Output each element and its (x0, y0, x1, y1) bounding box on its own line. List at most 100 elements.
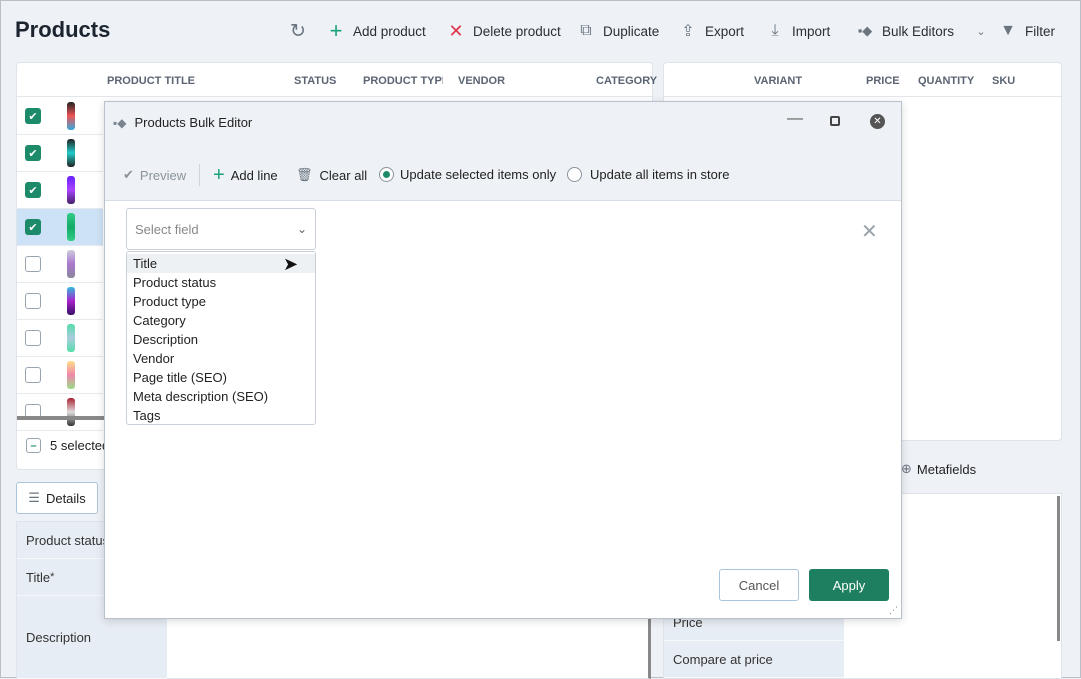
table-row[interactable] (17, 283, 103, 320)
product-thumbnail (67, 287, 75, 315)
metafields-tab[interactable]: ⊕ Metafields (901, 461, 976, 477)
field-option[interactable]: Category (127, 311, 315, 330)
scope-all-radio[interactable]: Update all items in store (567, 167, 729, 182)
title-label: Title (26, 569, 51, 585)
col-vendor[interactable]: VENDOR (458, 75, 505, 87)
details-tab[interactable]: ☰ Details (16, 482, 98, 514)
product-thumbnail (67, 324, 75, 352)
field-option[interactable]: Product status (127, 273, 315, 292)
meta-label-compare: Compare at price (664, 641, 844, 678)
import-icon: ⤓ (771, 22, 779, 39)
col-product-title[interactable]: PRODUCT TITLE (107, 75, 195, 87)
horizontal-scrollbar[interactable] (17, 416, 105, 420)
header-divider (17, 96, 652, 97)
field-option[interactable]: Tags (127, 406, 315, 425)
col-status[interactable]: STATUS (294, 75, 336, 87)
select-field-dropdown[interactable]: Select field ⌄ (126, 208, 316, 250)
row-checkbox[interactable]: ✔ (25, 108, 41, 124)
refresh-button[interactable]: ↻ (289, 19, 307, 43)
product-thumbnail (67, 398, 75, 426)
bulk-editor-dialog: ▪◆ Products Bulk Editor — ✕ ✔ Preview + Ad… (104, 101, 902, 619)
bulk-editors-label: Bulk Editors (882, 23, 955, 39)
metafields-label: Metafields (916, 461, 977, 477)
export-label: Export (705, 23, 745, 39)
export-button[interactable]: ⇪ Export (679, 19, 744, 43)
refresh-icon: ↻ (290, 20, 306, 42)
close-dialog-button[interactable]: ✕ (870, 114, 885, 129)
bulk-editors-button[interactable]: ▪◆ Bulk Editors ⌄ (856, 19, 990, 43)
radio-checked[interactable] (379, 167, 394, 182)
duplicate-button[interactable]: ⧉ Duplicate (577, 19, 659, 43)
scope-selected-radio[interactable]: Update selected items only (379, 167, 556, 182)
clear-all-button[interactable]: 🗑 Clear all (296, 167, 367, 183)
field-option[interactable]: Meta description (SEO) (127, 387, 315, 406)
row-checkbox[interactable] (25, 256, 41, 272)
filter-button[interactable]: ▼ Filter (999, 19, 1055, 43)
required-mark: * (50, 571, 55, 583)
field-option[interactable]: Product type (127, 292, 315, 311)
col-quantity[interactable]: QUANTITY (918, 75, 974, 87)
remove-line-button[interactable]: ✕ (861, 219, 878, 244)
field-option[interactable]: Page title (SEO) (127, 368, 315, 387)
add-product-label: Add product (353, 23, 426, 39)
toolbar-divider (199, 164, 200, 186)
col-price[interactable]: PRICE (866, 75, 900, 87)
add-line-button[interactable]: + Add line (213, 164, 278, 187)
col-category[interactable]: CATEGORY (596, 75, 657, 87)
cancel-button[interactable]: Cancel (719, 569, 799, 601)
header-divider (664, 96, 1061, 97)
product-thumbnail (67, 139, 75, 167)
row-checkbox[interactable]: ✔ (25, 219, 41, 235)
plus-circle-icon: ⊕ (901, 461, 912, 476)
row-checkbox[interactable]: ✔ (25, 145, 41, 161)
dialog-title: Products Bulk Editor (134, 115, 253, 130)
table-row[interactable] (17, 394, 103, 431)
col-sku[interactable]: SKU (992, 75, 1015, 87)
duplicate-icon: ⧉ (580, 22, 592, 39)
field-option[interactable]: Vendor (127, 349, 315, 368)
col-variant[interactable]: VARIANT (754, 75, 802, 87)
preview-label: Preview (139, 167, 187, 183)
add-product-button[interactable]: + Add product (327, 18, 426, 43)
product-thumbnail (67, 250, 75, 278)
resize-grip-icon[interactable]: ⋰ (889, 605, 898, 616)
table-row[interactable] (17, 246, 103, 283)
export-icon: ⇪ (681, 23, 695, 40)
table-row[interactable] (17, 320, 103, 357)
row-checkbox[interactable] (25, 330, 41, 346)
table-row[interactable]: ✔ (17, 98, 103, 135)
chevron-down-icon: ⌄ (296, 222, 307, 236)
filter-label: Filter (1025, 23, 1055, 39)
preview-button[interactable]: ✔ Preview (123, 167, 186, 183)
radio-unchecked[interactable] (567, 167, 582, 182)
row-checkbox[interactable] (25, 367, 41, 383)
table-row[interactable]: ✔ (17, 172, 103, 209)
row-checkbox[interactable]: ✔ (25, 182, 41, 198)
trash-icon: 🗑 (296, 167, 313, 182)
delete-product-button[interactable]: ✕ Delete product (447, 19, 560, 43)
apply-button[interactable]: Apply (809, 569, 889, 601)
chevron-down-icon[interactable]: ⌄ (972, 22, 990, 40)
minimize-button[interactable]: — (787, 110, 803, 128)
vertical-scrollbar[interactable] (1057, 496, 1060, 641)
close-icon: ✕ (448, 20, 464, 41)
import-button[interactable]: ⤓ Import (766, 19, 830, 43)
plus-icon: + (329, 18, 343, 43)
field-option[interactable]: Description (127, 330, 315, 349)
deselect-checkbox[interactable]: – (26, 438, 41, 453)
selection-summary: – 5 selected (26, 438, 109, 453)
table-row[interactable] (17, 357, 103, 394)
page-title: Products (15, 17, 111, 42)
row-checkbox[interactable] (25, 293, 41, 309)
clear-all-label: Clear all (319, 167, 368, 183)
maximize-button[interactable] (830, 116, 840, 126)
table-row[interactable]: ✔ (17, 209, 103, 246)
product-thumbnail (67, 361, 75, 389)
details-label: Details (45, 490, 86, 506)
table-row[interactable]: ✔ (17, 135, 103, 172)
filter-icon: ▼ (1000, 22, 1016, 39)
mouse-cursor-icon: ➤ (283, 254, 299, 274)
col-product-type[interactable]: PRODUCT TYPE (363, 75, 443, 87)
field-options-list: Title Product status Product type Category D… (126, 251, 316, 425)
import-label: Import (792, 23, 831, 39)
